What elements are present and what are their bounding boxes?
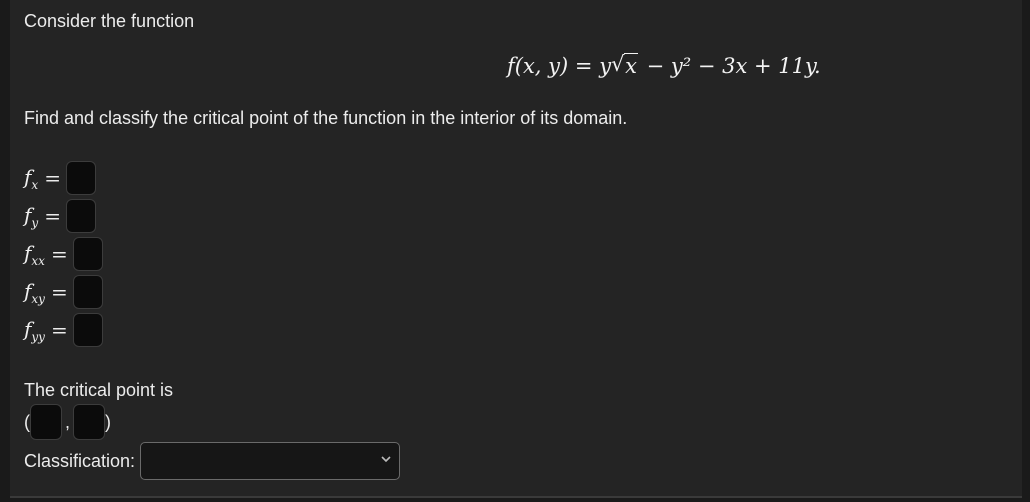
equals-sign: = [50,242,68,266]
sqrt-symbol: x [611,52,638,78]
classification-select[interactable] [140,442,401,480]
question-panel: Consider the function f(x, y) = yx − y² … [10,0,1022,498]
close-paren: ) [105,411,112,432]
fyy-input[interactable] [72,313,103,347]
derivative-row-fyy: fyy = [24,312,103,348]
formula-lhs: f(x, y) [507,54,569,78]
chevron-down-icon [381,456,391,464]
equals-sign: = [50,318,68,342]
classification-row: Classification: [24,442,401,480]
equals-sign: = [44,166,61,190]
derivative-label: fy [24,202,39,230]
derivative-label: fx [24,164,39,192]
fy-input[interactable] [65,199,96,233]
intro-text: Consider the function [24,11,195,31]
comma-separator: , [65,411,71,432]
formula-radicand: x [625,54,637,78]
classification-label: Classification: [24,450,136,471]
function-formula: f(x, y) = yx − y² − 3x + 11y. [507,52,821,78]
derivative-label: fxx [24,240,45,268]
formula-rest: − y² − 3x + 11y. [639,54,821,78]
critical-y-input[interactable] [73,404,106,440]
derivative-row-fxx: fxx = [24,236,103,272]
equals-sign: = [44,204,61,228]
derivative-row-fxy: fxy = [24,274,103,310]
formula-y-coef: y [599,54,612,78]
critical-x-input[interactable] [30,404,62,440]
derivative-label: fxy [24,278,45,306]
derivative-label: fyy [24,316,45,344]
fxy-input[interactable] [72,275,103,309]
derivative-row-fx: fx = [24,160,96,196]
instruction-text: Find and classify the critical point of … [24,108,628,128]
formula-eq: = [574,54,593,78]
critical-point-label: The critical point is [24,380,174,400]
equals-sign: = [50,280,68,304]
fx-input[interactable] [65,161,96,195]
derivative-row-fy: fy = [24,198,96,234]
fxx-input[interactable] [72,237,103,271]
critical-point-entry: ( , ) [24,404,111,440]
